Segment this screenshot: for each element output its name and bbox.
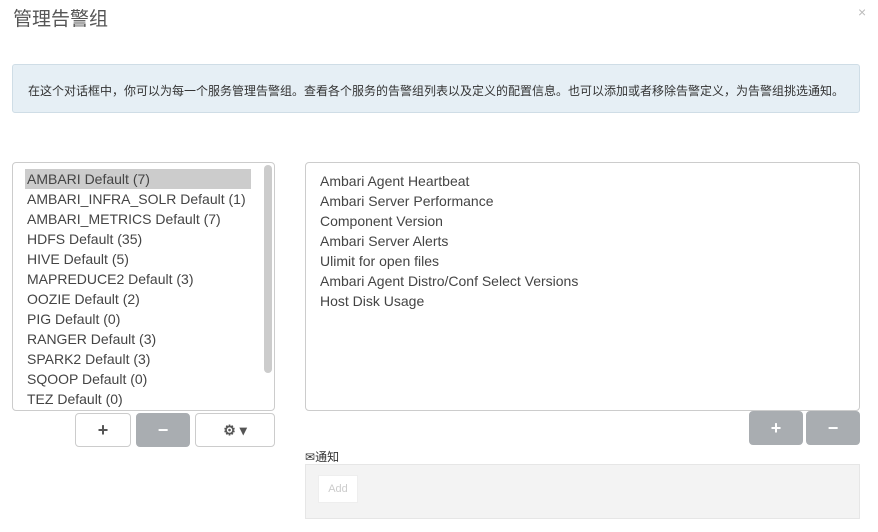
gear-dropdown-button[interactable]: ⚙ ▾ bbox=[195, 413, 275, 447]
notifications-box: Add bbox=[305, 464, 860, 519]
remove-definition-button[interactable]: − bbox=[806, 411, 860, 445]
alert-definition-item[interactable]: Ambari Server Performance bbox=[320, 191, 859, 211]
alert-group-item[interactable]: AMBARI_METRICS Default (7) bbox=[25, 209, 251, 229]
alert-definition-item[interactable]: Ulimit for open files bbox=[320, 251, 859, 271]
alert-group-item[interactable]: PIG Default (0) bbox=[25, 309, 251, 329]
scrollbar[interactable] bbox=[264, 165, 272, 373]
dialog-title: 管理告警组 bbox=[13, 9, 109, 30]
alert-group-item[interactable]: AMBARI Default (7) bbox=[25, 169, 251, 189]
alert-definition-item[interactable]: Host Disk Usage bbox=[320, 291, 859, 311]
alert-definition-item[interactable]: Component Version bbox=[320, 211, 859, 231]
notifications-label-text: 通知 bbox=[315, 450, 340, 464]
alert-group-item[interactable]: AMBARI_INFRA_SOLR Default (1) bbox=[25, 189, 251, 209]
alert-group-item[interactable]: SQOOP Default (0) bbox=[25, 369, 251, 389]
alert-group-item[interactable]: TEZ Default (0) bbox=[25, 389, 251, 409]
alert-definition-item[interactable]: Ambari Agent Distro/Conf Select Versions bbox=[320, 271, 859, 291]
alert-group-item[interactable]: OOZIE Default (2) bbox=[25, 289, 251, 309]
alert-definition-item[interactable]: Ambari Agent Heartbeat bbox=[320, 171, 859, 191]
alert-group-list[interactable]: AMBARI Default (7) AMBARI_INFRA_SOLR Defa… bbox=[12, 162, 275, 411]
alert-group-item[interactable]: MAPREDUCE2 Default (3) bbox=[25, 269, 251, 289]
envelope-icon: ✉ bbox=[305, 450, 316, 464]
add-group-button[interactable]: + bbox=[75, 413, 131, 447]
alert-group-item[interactable]: HIVE Default (5) bbox=[25, 249, 251, 269]
info-alert: 在这个对话框中，你可以为每一个服务管理告警组。查看各个服务的告警组列表以及定义的… bbox=[12, 64, 860, 113]
add-definition-button[interactable]: + bbox=[749, 411, 803, 445]
alert-definitions-list[interactable]: Ambari Agent Heartbeat Ambari Server Perf… bbox=[305, 162, 860, 411]
notifications-label: ✉通知 bbox=[305, 448, 339, 465]
alert-definition-item[interactable]: Ambari Server Alerts bbox=[320, 231, 859, 251]
remove-group-button[interactable]: − bbox=[136, 413, 190, 447]
alert-group-item[interactable]: RANGER Default (3) bbox=[25, 329, 251, 349]
close-icon[interactable]: × bbox=[858, 4, 866, 20]
alert-group-item[interactable]: HDFS Default (35) bbox=[25, 229, 251, 249]
alert-group-item[interactable]: SPARK2 Default (3) bbox=[25, 349, 251, 369]
add-notification-button[interactable]: Add bbox=[318, 475, 358, 503]
